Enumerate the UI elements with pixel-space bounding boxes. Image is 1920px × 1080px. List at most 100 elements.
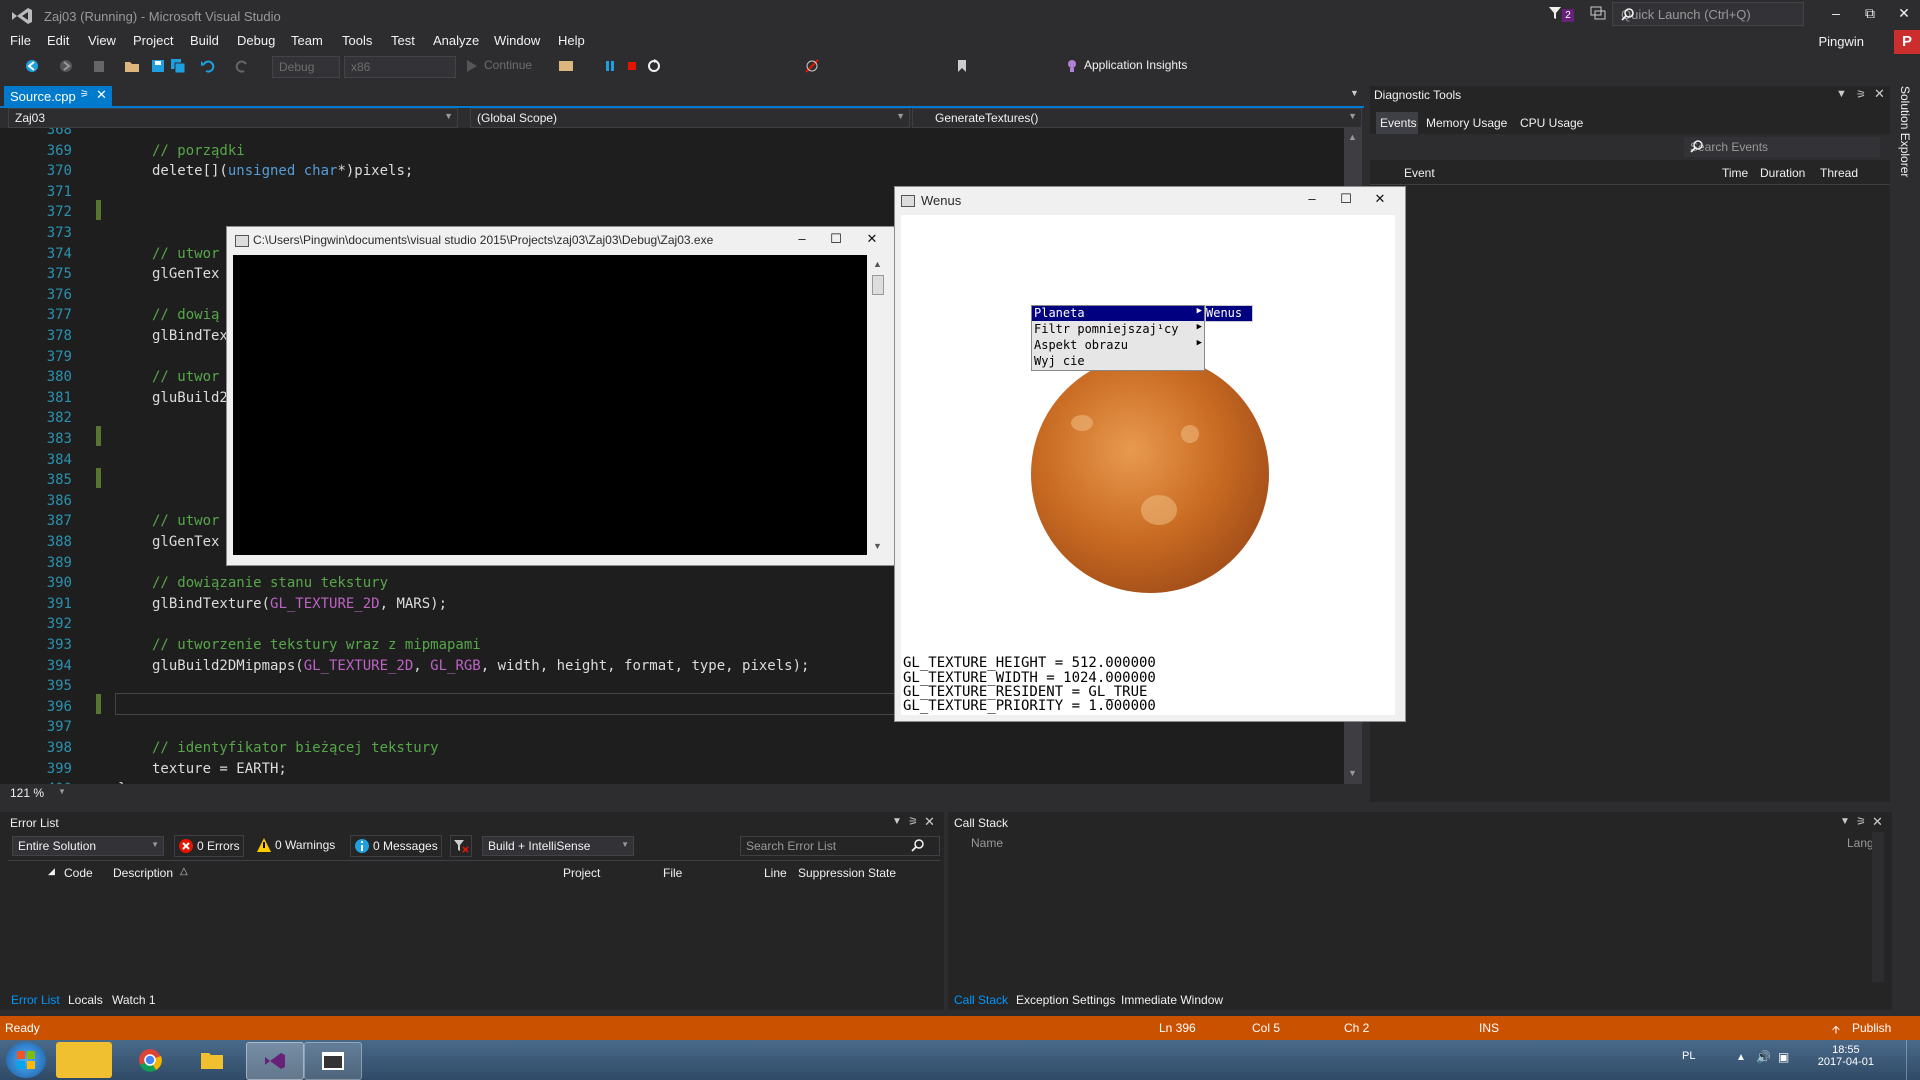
build-filter-dropdown[interactable]: Build + IntelliSense ▼ <box>482 836 634 856</box>
menu-item-aspekt[interactable]: Aspekt obrazu ▶ <box>1032 338 1204 353</box>
tab-memory-usage[interactable]: Memory Usage <box>1426 116 1507 130</box>
scroll-up-icon[interactable]: ▲ <box>1348 132 1357 142</box>
save-all-icon[interactable] <box>170 58 186 74</box>
taskbar-app-chrome[interactable] <box>122 1042 178 1078</box>
taskbar-app-explorer[interactable] <box>184 1042 240 1078</box>
panel-options-icon[interactable]: ▼ <box>892 816 902 827</box>
tab-watch-1[interactable]: Watch 1 <box>112 993 156 1007</box>
search-events-input[interactable]: Search Events <box>1684 137 1880 157</box>
column-code[interactable]: Code <box>64 866 93 880</box>
menu-help[interactable]: Help <box>558 33 585 48</box>
taskbar-app-folders[interactable] <box>56 1042 112 1078</box>
menu-test[interactable]: Test <box>391 33 415 48</box>
notification-count-badge[interactable]: 2 <box>1562 9 1574 22</box>
code-line[interactable]: glGenTex <box>152 266 219 282</box>
close-panel-icon[interactable]: ✕ <box>1872 814 1883 830</box>
tab-source-cpp[interactable]: Source.cpp ⚞ ✕ <box>4 86 112 106</box>
network-icon[interactable]: ▣ <box>1778 1050 1789 1064</box>
close-button[interactable]: ✕ <box>1886 0 1920 26</box>
break-all-icon[interactable] <box>602 58 618 74</box>
menu-view[interactable]: View <box>88 33 116 48</box>
wenus-minimize-button[interactable]: – <box>1297 190 1327 208</box>
menu-item-planeta[interactable]: Planeta ▶ <box>1032 306 1204 321</box>
column-time[interactable]: Time <box>1722 166 1748 180</box>
code-line[interactable]: gluBuild2 <box>152 390 228 406</box>
solution-platform-select[interactable]: x86 <box>344 56 456 78</box>
column-file[interactable]: File <box>663 866 682 880</box>
code-line[interactable]: // identyfikator bieżącej tekstury <box>152 740 439 756</box>
code-line[interactable]: glBindTexture(GL_TEXTURE_2D, MARS); <box>152 596 447 612</box>
code-line[interactable]: // utwor <box>152 513 219 529</box>
tab-locals[interactable]: Locals <box>68 993 103 1007</box>
bookmark-icon[interactable] <box>954 58 970 74</box>
code-line[interactable]: // dowiązanie stanu tekstury <box>152 575 388 591</box>
pin-icon[interactable]: ⚞ <box>908 815 918 828</box>
wenus-maximize-button[interactable]: ☐ <box>1331 190 1361 208</box>
pin-icon[interactable]: ⚞ <box>1856 88 1866 101</box>
undo-icon[interactable] <box>200 58 216 74</box>
code-line[interactable]: gluBuild2DMipmaps(GL_TEXTURE_2D, GL_RGB,… <box>152 658 809 674</box>
exception-settings-icon[interactable] <box>804 58 820 74</box>
code-line[interactable]: // utwor <box>152 246 219 262</box>
column-duration[interactable]: Duration <box>1760 166 1805 180</box>
member-navigation-dropdown[interactable]: GenerateTextures() ▼ <box>912 108 1362 128</box>
taskbar-app-console[interactable] <box>304 1042 362 1080</box>
column-name[interactable]: Name <box>971 836 1003 850</box>
menu-item-wyjscie[interactable]: Wyj cie <box>1032 354 1204 369</box>
scroll-down-icon[interactable]: ▼ <box>1348 768 1357 778</box>
application-insights-icon[interactable] <box>1064 58 1080 74</box>
code-line[interactable]: glBindTex <box>152 328 228 344</box>
menu-project[interactable]: Project <box>133 33 173 48</box>
console-maximize-button[interactable]: ☐ <box>821 230 851 248</box>
tab-overflow-icon[interactable]: ▼ <box>1350 88 1359 98</box>
menu-analyze[interactable]: Analyze <box>433 33 479 48</box>
search-error-list-input[interactable]: Search Error List <box>740 836 940 856</box>
continue-play-icon[interactable] <box>464 58 480 74</box>
process-icon[interactable] <box>558 58 574 74</box>
project-navigation-dropdown[interactable]: Zaj03 ▼ <box>8 108 458 128</box>
panel-options-icon[interactable]: ▼ <box>1836 88 1847 100</box>
start-button[interactable] <box>6 1042 46 1078</box>
console-window[interactable]: C:\Users\Pingwin\documents\visual studio… <box>226 226 896 566</box>
menu-tools[interactable]: Tools <box>342 33 372 48</box>
panel-options-icon[interactable]: ▼ <box>1840 816 1850 827</box>
show-hidden-icons-icon[interactable]: ▲ <box>1736 1052 1746 1063</box>
code-line[interactable]: texture = EARTH; <box>152 761 287 777</box>
save-icon[interactable] <box>150 58 166 74</box>
volume-icon[interactable]: 🔊 <box>1756 1050 1771 1064</box>
wenus-glut-window[interactable]: Wenus – ☐ ✕ Planeta ▶ Filtr pomniejszaj¹c… <box>894 186 1406 722</box>
open-file-icon[interactable] <box>124 58 140 74</box>
column-project[interactable]: Project <box>563 866 600 880</box>
code-line[interactable]: delete[](unsigned char*)pixels; <box>152 163 413 179</box>
error-scope-dropdown[interactable]: Entire Solution ▼ <box>12 836 164 856</box>
pin-icon[interactable]: ⚞ <box>1856 815 1866 828</box>
restart-icon[interactable] <box>646 58 662 74</box>
errors-filter-button[interactable]: 0 Errors <box>174 835 244 857</box>
solution-configuration-select[interactable]: Debug <box>272 56 340 78</box>
scroll-thumb[interactable] <box>872 275 884 295</box>
menu-item-filtr[interactable]: Filtr pomniejszaj¹cy ▶ <box>1032 322 1204 337</box>
close-panel-icon[interactable]: ✕ <box>924 814 935 830</box>
feedback-icon[interactable] <box>1590 6 1606 20</box>
column-severity[interactable]: ◢ <box>48 866 55 877</box>
publish-button[interactable]: Publish <box>1852 1021 1891 1035</box>
zoom-level[interactable]: 121 % <box>10 786 44 800</box>
call-stack-scrollbar[interactable] <box>1872 832 1884 982</box>
tab-error-list[interactable]: Error List <box>11 993 60 1007</box>
console-minimize-button[interactable]: – <box>787 230 817 248</box>
submenu-item-wenus[interactable]: Wenus <box>1205 305 1253 322</box>
code-line[interactable]: // utworzenie tekstury wraz z mipmapami <box>152 637 481 653</box>
restore-button[interactable]: ⧉ <box>1852 0 1888 26</box>
user-name[interactable]: Pingwin <box>1818 34 1864 49</box>
messages-filter-button[interactable]: 0 Messages <box>350 835 442 857</box>
notifications-flag-icon[interactable] <box>1548 6 1562 20</box>
console-close-button[interactable]: ✕ <box>857 230 887 248</box>
solution-explorer-sidebar[interactable] <box>1892 84 1920 800</box>
code-line[interactable]: // porządki <box>152 143 245 159</box>
pin-icon[interactable]: ⚞ <box>80 89 89 100</box>
column-suppression-state[interactable]: Suppression State <box>798 866 896 880</box>
input-language[interactable]: PL <box>1682 1050 1695 1062</box>
code-line[interactable]: // utwor <box>152 369 219 385</box>
column-thread[interactable]: Thread <box>1820 166 1858 180</box>
wenus-close-button[interactable]: ✕ <box>1365 190 1395 208</box>
